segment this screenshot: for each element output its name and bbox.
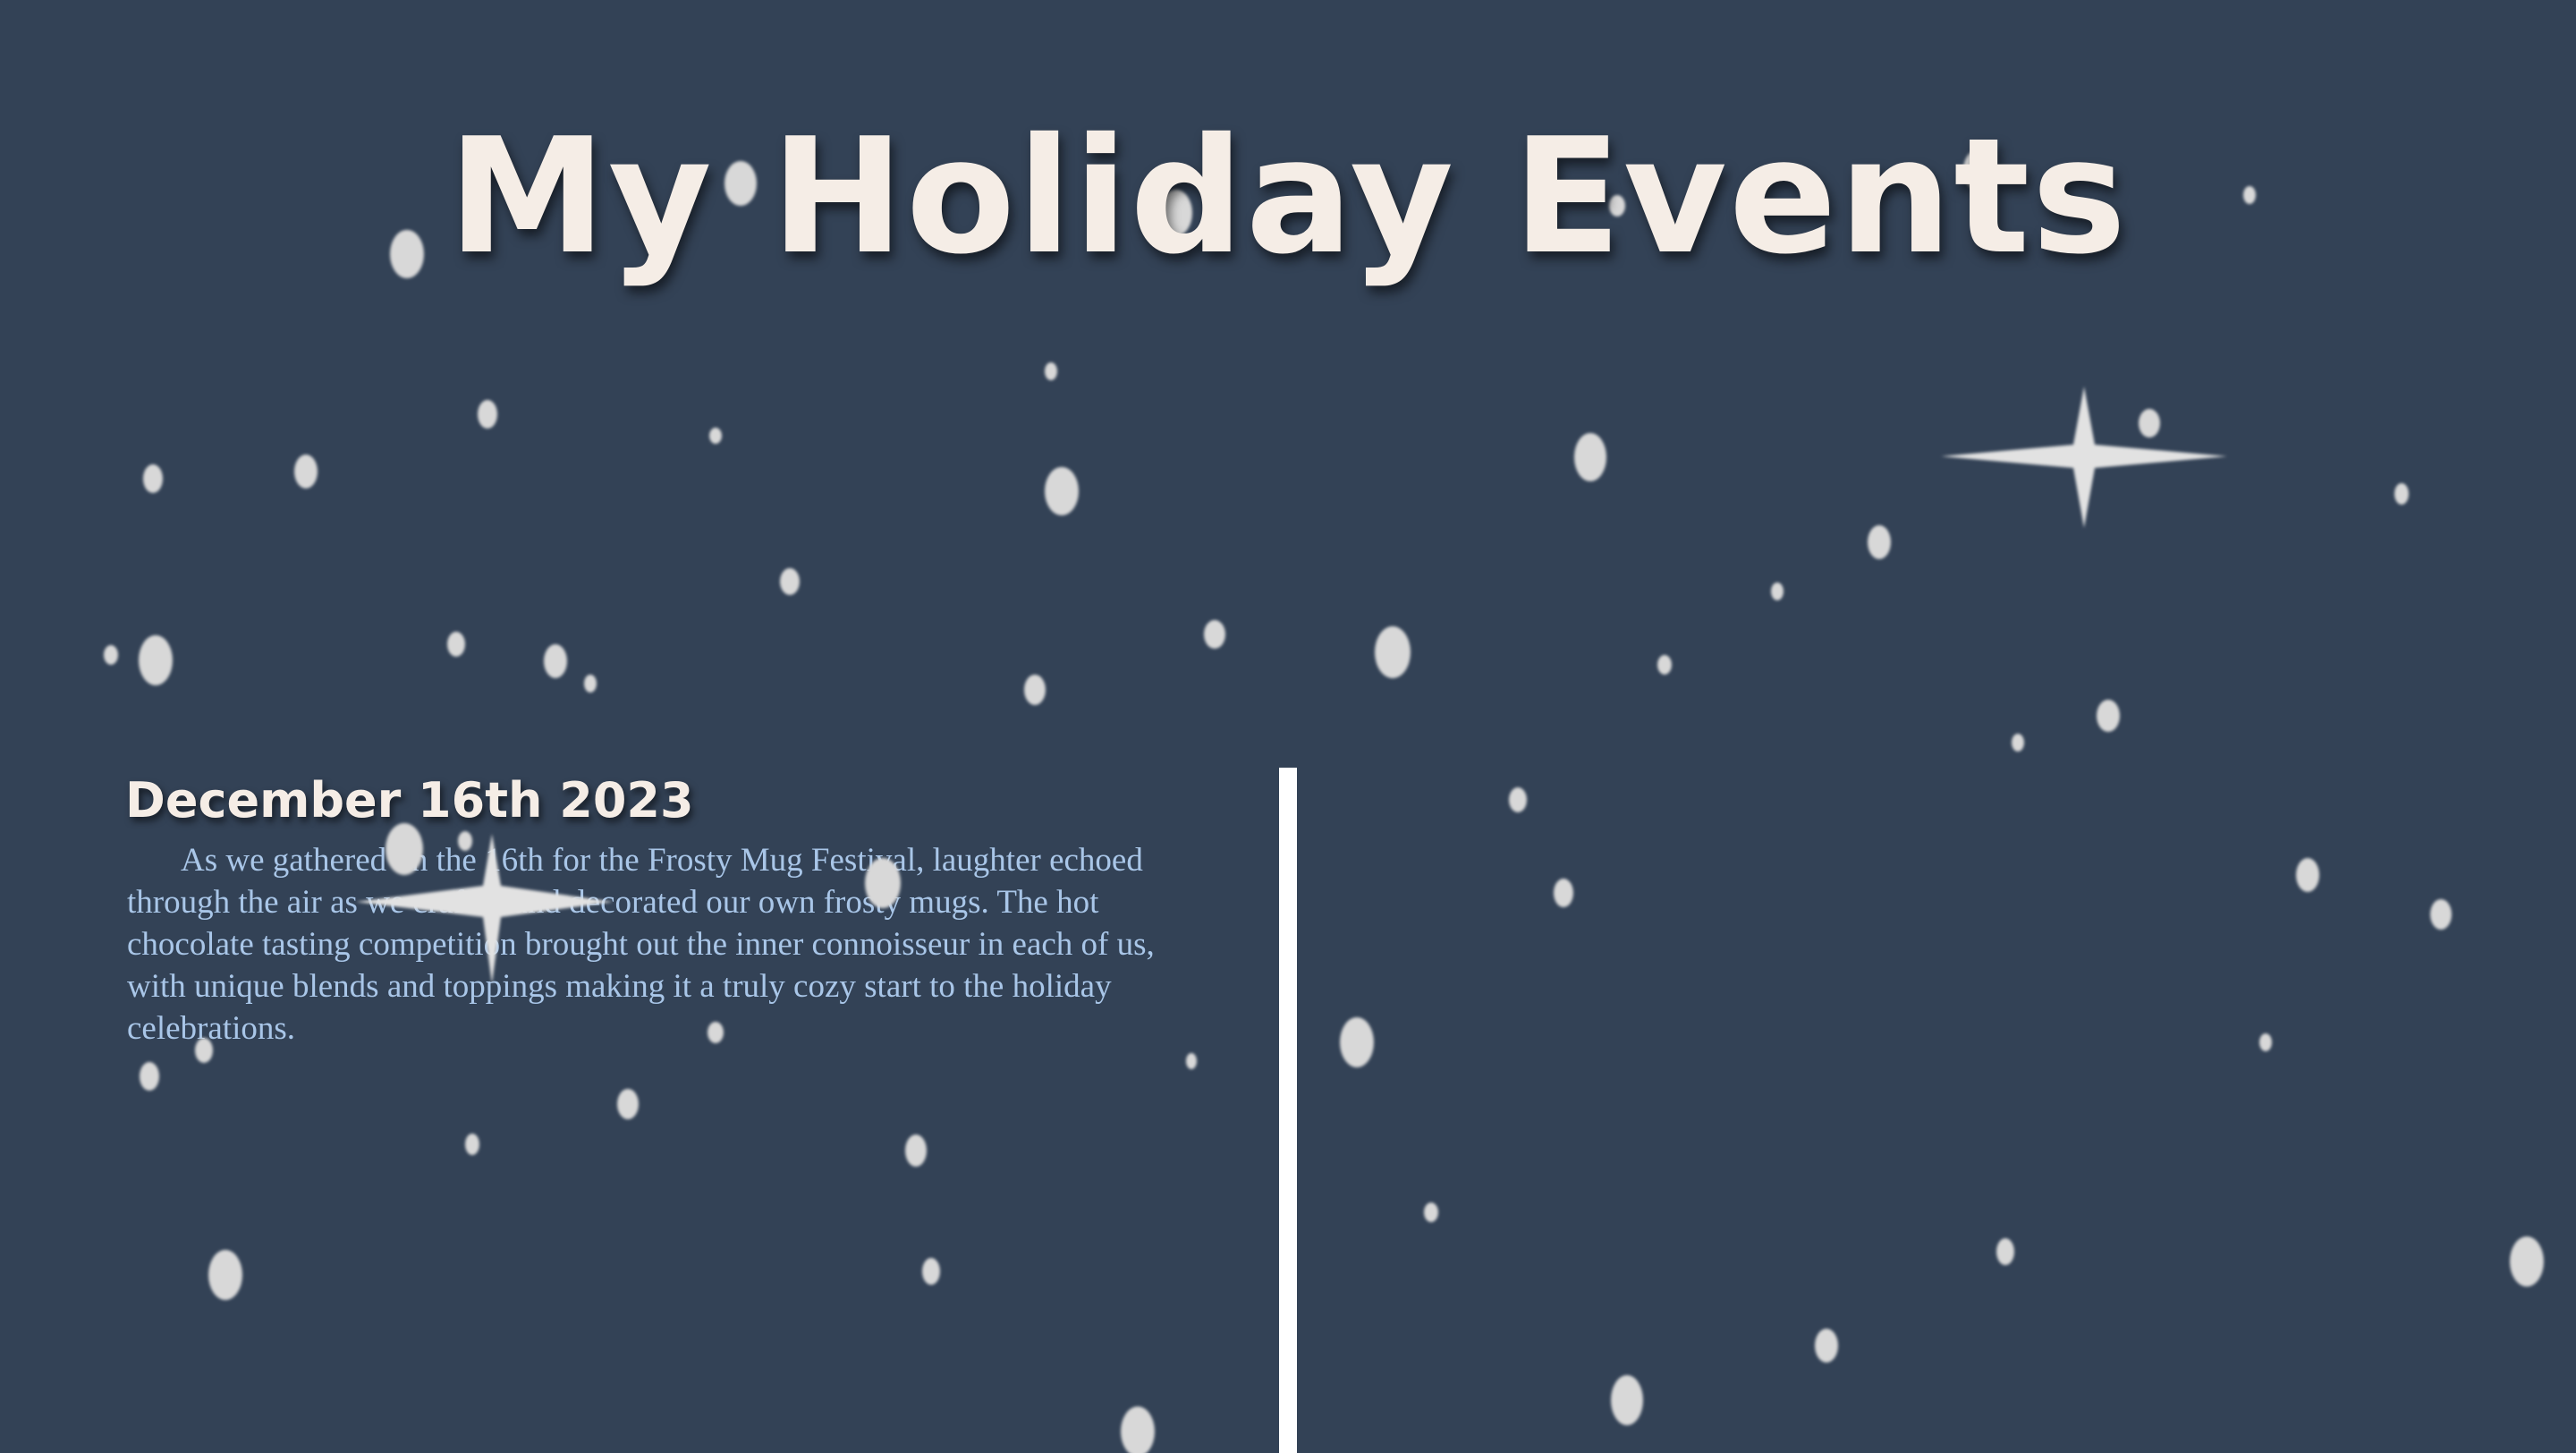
snowflake-icon bbox=[104, 645, 118, 665]
snowflake-icon bbox=[544, 644, 567, 678]
snowflake-icon bbox=[1045, 362, 1057, 380]
snowflake-icon bbox=[1574, 433, 1606, 481]
snowflake-icon bbox=[447, 632, 465, 657]
snowflake-icon bbox=[2430, 899, 2452, 930]
snowflake-icon bbox=[1657, 655, 1672, 675]
snowflake-icon bbox=[140, 1062, 159, 1091]
snowflake-icon bbox=[2394, 483, 2409, 505]
snowflake-icon bbox=[1045, 467, 1079, 515]
snowflake-icon bbox=[1204, 620, 1225, 649]
event-card: December 16th 2023 As we gathered on the… bbox=[125, 769, 1163, 1049]
snowflake-icon bbox=[584, 675, 597, 693]
event-date: December 16th 2023 bbox=[125, 772, 694, 828]
snowflake-icon bbox=[1509, 787, 1527, 812]
event-description: As we gathered on the 16th for the Frost… bbox=[127, 842, 1155, 1047]
snowflake-icon bbox=[139, 635, 173, 685]
snowflake-icon bbox=[1186, 1053, 1197, 1069]
snowflake-icon bbox=[709, 428, 722, 444]
snowflake-icon bbox=[2296, 858, 2319, 892]
page-title: My Holiday Events bbox=[447, 104, 2129, 289]
snowflake-icon bbox=[2259, 1033, 2272, 1051]
snowflake-icon bbox=[1024, 675, 1046, 705]
snowflake-icon bbox=[1815, 1329, 1838, 1363]
snowflake-icon bbox=[1424, 1202, 1438, 1222]
snowflake-icon bbox=[2510, 1236, 2544, 1287]
snowflake-icon bbox=[1996, 1238, 2014, 1265]
snowflake-icon bbox=[1340, 1017, 1374, 1067]
snowflake-icon bbox=[905, 1134, 927, 1167]
snowflake-icon bbox=[294, 455, 318, 489]
snowflake-icon bbox=[1771, 582, 1784, 600]
snowflake-icon bbox=[478, 400, 497, 429]
snowflake-icon bbox=[2139, 409, 2160, 438]
snowflake-icon bbox=[1375, 626, 1411, 678]
snowflake-icon bbox=[208, 1250, 242, 1300]
column-divider bbox=[1279, 768, 1297, 1453]
snowflake-icon bbox=[1868, 525, 1891, 559]
snowflake-icon bbox=[2012, 734, 2024, 752]
snowflake-icon bbox=[922, 1258, 940, 1285]
snowflake-icon bbox=[143, 464, 163, 493]
snowflake-icon bbox=[1554, 879, 1573, 907]
snowflake-icon bbox=[780, 568, 800, 595]
snowflake-icon bbox=[617, 1089, 639, 1119]
snowflake-icon bbox=[1611, 1375, 1643, 1425]
snowflake-icon bbox=[1121, 1406, 1155, 1453]
sparkle-icon bbox=[1941, 387, 2227, 528]
snowflake-icon bbox=[2097, 700, 2120, 732]
snowflake-icon bbox=[465, 1134, 479, 1155]
